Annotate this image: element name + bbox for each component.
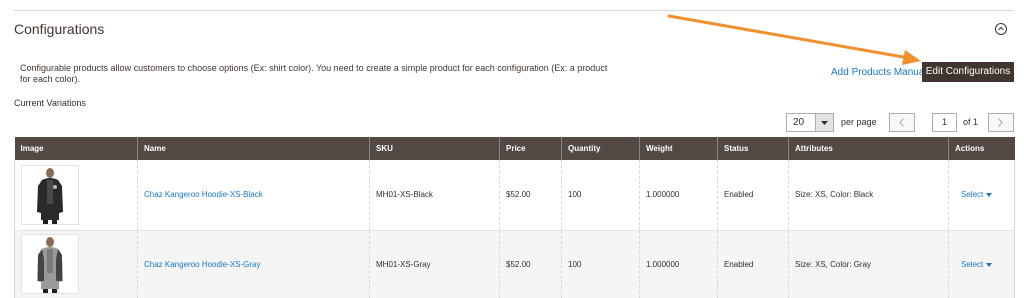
caret-down-icon	[986, 262, 993, 267]
edit-configurations-button[interactable]: Edit Configurations	[922, 62, 1014, 82]
column-header-price: Price	[499, 137, 562, 160]
product-name-link[interactable]: Chaz Kangeroo Hoodie-XS-Gray	[144, 260, 261, 269]
per-page-value: 20	[793, 117, 805, 128]
current-page-input[interactable]: 1	[932, 113, 957, 132]
sku-cell: MH01-XS-Gray	[369, 230, 500, 298]
caret-down-icon	[986, 193, 993, 198]
row-actions-select[interactable]: Select	[961, 259, 993, 269]
sku-cell: MH01-XS-Black	[369, 160, 500, 231]
column-header-sku: SKU	[369, 137, 500, 160]
previous-page-button[interactable]	[889, 113, 915, 132]
dropdown-arrow-icon[interactable]	[815, 114, 833, 131]
column-header-image: Image	[14, 137, 138, 160]
row-actions-select[interactable]: Select	[961, 190, 993, 200]
price-cell: $52.00	[499, 230, 562, 298]
column-header-weight: Weight	[639, 137, 718, 160]
per-page-select[interactable]: 20	[786, 113, 834, 132]
weight-cell: 1.000000	[639, 160, 718, 231]
select-action-label: Select	[961, 190, 984, 200]
hoodie-black-thumbnail[interactable]	[21, 164, 79, 225]
weight-cell: 1.000000	[639, 230, 718, 298]
column-header-status: Status	[717, 137, 789, 160]
product-name-link[interactable]: Chaz Kangeroo Hoodie-XS-Black	[144, 190, 263, 199]
current-variations-label: Current Variations	[14, 98, 86, 108]
per-page-label: per page	[841, 117, 877, 127]
variations-table: Image Name SKU Price Quantity Weight Sta…	[14, 137, 1015, 298]
chevron-up-icon[interactable]	[995, 23, 1007, 35]
table-row: Chaz Kangeroo Hoodie-XS-Black MH01-XS-Bl…	[14, 160, 1015, 231]
price-cell: $52.00	[499, 160, 562, 231]
section-top-divider	[14, 10, 1014, 11]
next-page-button[interactable]	[988, 113, 1014, 132]
section-title[interactable]: Configurations	[14, 21, 104, 37]
status-cell: Enabled	[717, 160, 789, 231]
hoodie-black-image	[37, 167, 63, 224]
column-header-name: Name	[137, 137, 370, 160]
total-pages-label: of 1	[963, 117, 979, 127]
quantity-cell: 100	[561, 160, 640, 231]
chevron-left-icon	[899, 118, 904, 127]
column-header-quantity: Quantity	[561, 137, 640, 160]
attributes-cell: Size: XS, Color: Black	[788, 160, 949, 231]
column-header-attributes: Attributes	[788, 137, 949, 160]
table-row: Chaz Kangeroo Hoodie-XS-Gray MH01-XS-Gra…	[14, 230, 1015, 298]
section-description: Configurable products allow customers to…	[20, 63, 608, 84]
chevron-right-icon	[998, 118, 1003, 127]
hoodie-gray-thumbnail[interactable]	[21, 234, 79, 295]
status-cell: Enabled	[717, 230, 789, 298]
hoodie-gray-image	[37, 237, 63, 294]
select-action-label: Select	[961, 259, 984, 269]
add-products-manually-link[interactable]: Add Products Manually	[831, 67, 934, 78]
attributes-cell: Size: XS, Color: Gray	[788, 230, 949, 298]
quantity-cell: 100	[561, 230, 640, 298]
table-header-row: Image Name SKU Price Quantity Weight Sta…	[14, 137, 1015, 160]
column-header-actions: Actions	[948, 137, 1015, 160]
